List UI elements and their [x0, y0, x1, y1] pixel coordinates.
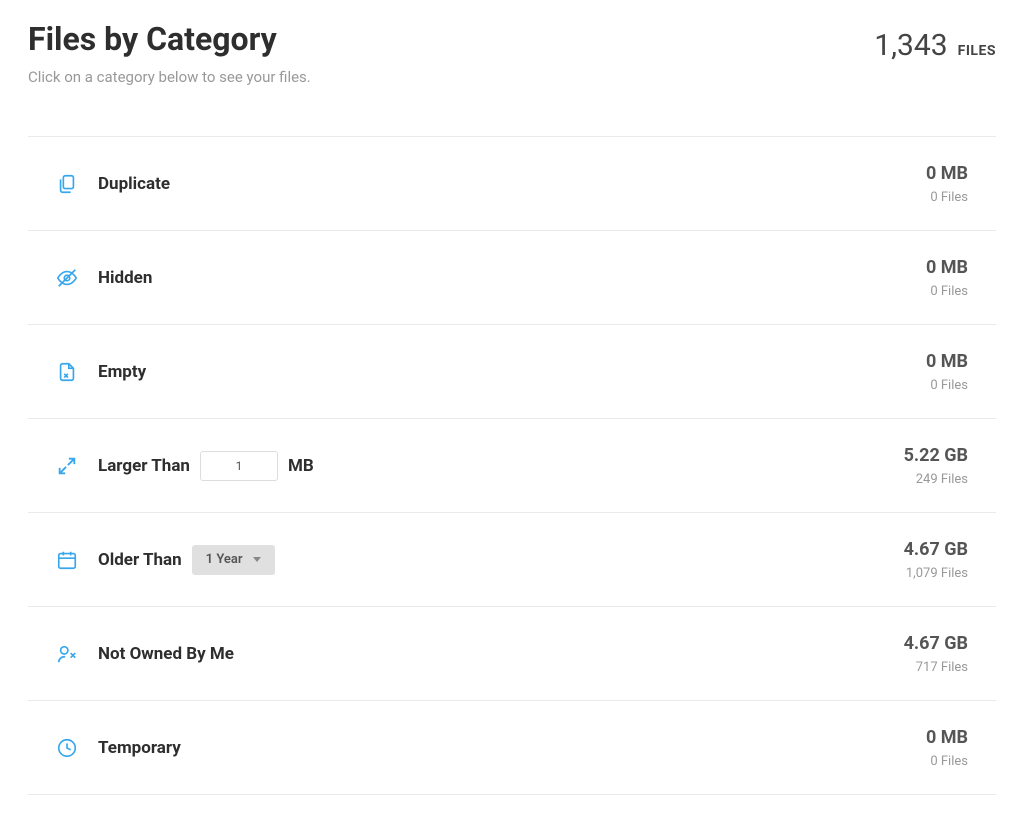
category-files-count: 0 Files: [856, 284, 968, 299]
category-larger-than[interactable]: Larger Than MB 5.22 GB 249 Files: [28, 419, 996, 513]
category-label: Temporary: [98, 738, 181, 758]
category-size: 5.22 GB: [856, 445, 968, 466]
category-label-prefix: Larger Than: [98, 456, 190, 476]
page-subtitle: Click on a category below to see your fi…: [28, 68, 874, 86]
category-label: Empty: [98, 362, 146, 382]
header: Files by Category Click on a category be…: [28, 20, 996, 86]
calendar-icon: [28, 549, 98, 571]
size-unit-label: MB: [288, 456, 314, 476]
category-older-than[interactable]: Older Than 1 Year 4.67 GB 1,079 Files: [28, 513, 996, 607]
user-remove-icon: [28, 643, 98, 665]
category-temporary[interactable]: Temporary 0 MB 0 Files: [28, 701, 996, 795]
category-list: Duplicate 0 MB 0 Files Hidden 0 MB 0 Fil…: [28, 136, 996, 795]
category-size: 0 MB: [856, 351, 968, 372]
size-threshold-input[interactable]: [200, 451, 278, 481]
category-label: Not Owned By Me: [98, 644, 234, 664]
category-duplicate[interactable]: Duplicate 0 MB 0 Files: [28, 137, 996, 231]
category-size: 0 MB: [856, 163, 968, 184]
category-files-count: 1,079 Files: [856, 566, 968, 581]
category-files-count: 0 Files: [856, 754, 968, 769]
category-label-prefix: Older Than: [98, 550, 182, 570]
category-size: 0 MB: [856, 257, 968, 278]
page-title: Files by Category: [28, 20, 874, 58]
total-files: 1,343 FILES: [874, 28, 996, 63]
category-label: Hidden: [98, 268, 152, 288]
category-label: Duplicate: [98, 174, 170, 194]
category-files-count: 0 Files: [856, 378, 968, 393]
category-not-owned[interactable]: Not Owned By Me 4.67 GB 717 Files: [28, 607, 996, 701]
category-size: 4.67 GB: [856, 539, 968, 560]
category-empty[interactable]: Empty 0 MB 0 Files: [28, 325, 996, 419]
category-hidden[interactable]: Hidden 0 MB 0 Files: [28, 231, 996, 325]
clock-icon: [28, 737, 98, 759]
empty-file-icon: [28, 361, 98, 383]
category-files-count: 0 Files: [856, 190, 968, 205]
hidden-icon: [28, 267, 98, 289]
chevron-down-icon: [253, 557, 261, 562]
duplicate-icon: [28, 173, 98, 195]
dropdown-value: 1 Year: [206, 552, 243, 567]
category-files-count: 717 Files: [856, 660, 968, 675]
category-size: 0 MB: [856, 727, 968, 748]
category-size: 4.67 GB: [856, 633, 968, 654]
total-count: 1,343: [874, 28, 947, 63]
total-label: FILES: [958, 43, 996, 59]
category-files-count: 249 Files: [856, 472, 968, 487]
expand-icon: [28, 455, 98, 477]
age-threshold-dropdown[interactable]: 1 Year: [192, 545, 275, 575]
